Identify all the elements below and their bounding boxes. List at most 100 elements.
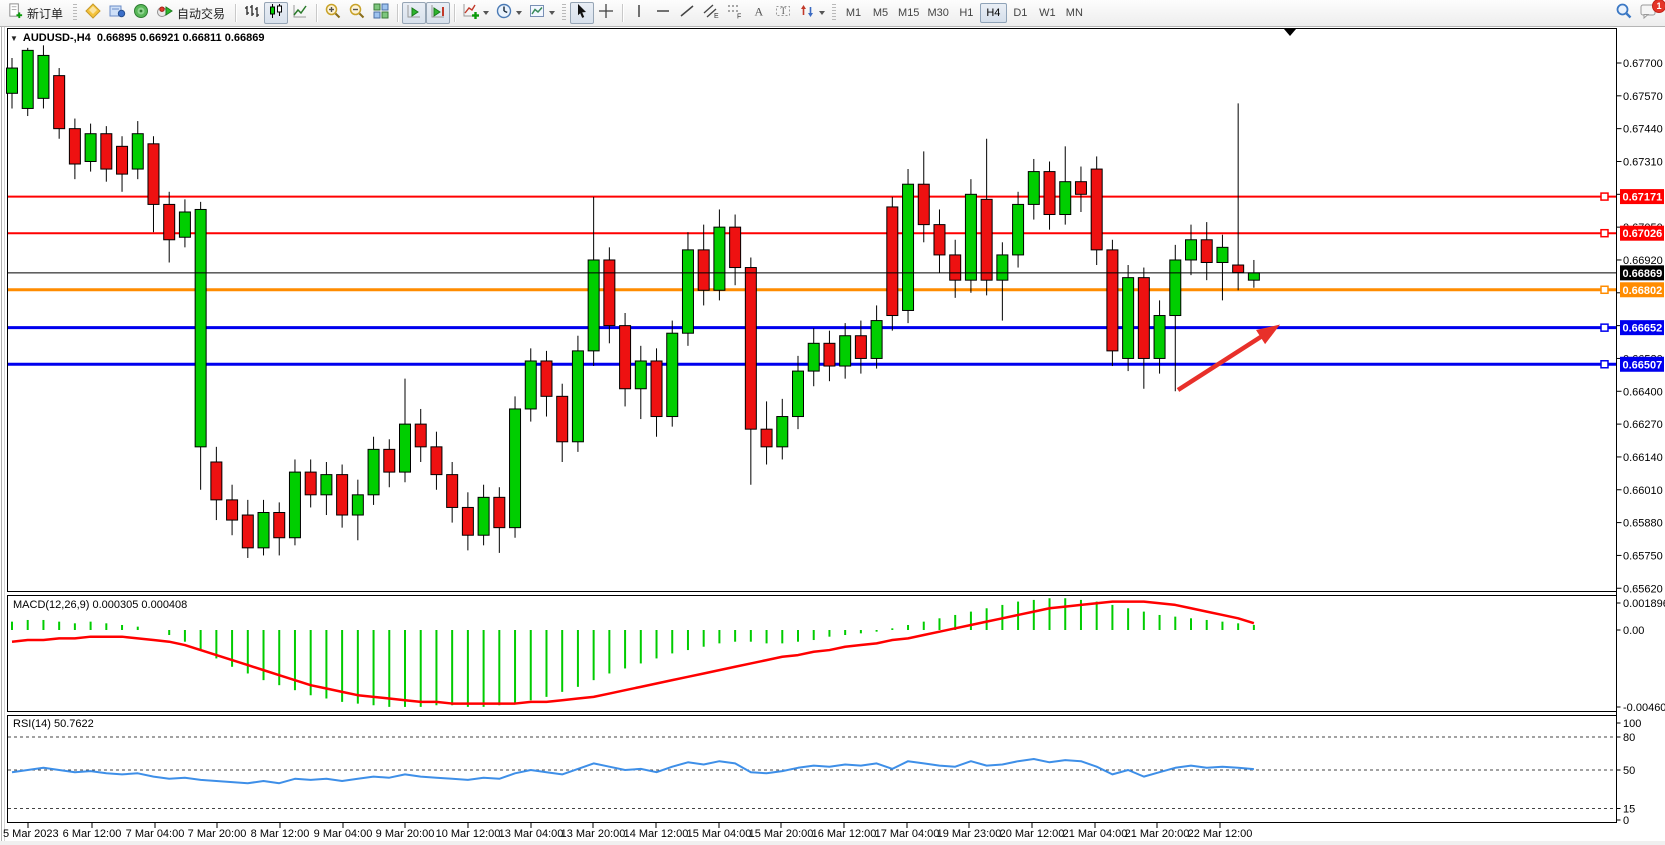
candle xyxy=(730,215,741,286)
rsi-tick-label: 50 xyxy=(1623,765,1635,777)
level-line-handle[interactable] xyxy=(1601,230,1608,237)
equidistant-channel-icon: E xyxy=(702,2,720,25)
candle xyxy=(368,437,379,505)
candle xyxy=(117,136,128,192)
svg-text:A: A xyxy=(755,4,764,18)
time-tick-label: 17 Mar 04:00 xyxy=(875,828,940,840)
timeframe-button-M5[interactable]: M5 xyxy=(867,3,894,23)
candle xyxy=(242,500,253,558)
tile-windows-button[interactable] xyxy=(369,2,393,24)
timeframe-button-M30[interactable]: M30 xyxy=(923,3,952,23)
candle xyxy=(211,447,222,520)
timeframe-button-H4[interactable]: H4 xyxy=(980,3,1007,23)
time-tick-label: 9 Mar 04:00 xyxy=(314,828,373,840)
timeframe-button-M1[interactable]: M1 xyxy=(840,3,867,23)
horizontal-line-button[interactable] xyxy=(651,2,675,24)
candle xyxy=(1186,225,1197,276)
candlestick-chart-type-icon xyxy=(267,2,285,25)
candle xyxy=(934,209,945,272)
line-chart-type-button[interactable] xyxy=(288,2,312,24)
candle xyxy=(1075,167,1086,212)
time-tick-label: 22 Mar 12:00 xyxy=(1188,828,1253,840)
time-tick-label: 20 Mar 12:00 xyxy=(1000,828,1065,840)
candle xyxy=(478,485,489,546)
candle xyxy=(682,232,693,346)
svg-text:F: F xyxy=(737,13,741,20)
trend-arrow-line[interactable] xyxy=(1178,331,1270,390)
toolbar-grip xyxy=(562,4,566,22)
candle xyxy=(777,399,788,460)
candle xyxy=(572,336,583,452)
price-level-label: 0.66802 xyxy=(1623,285,1663,297)
candle xyxy=(871,305,882,368)
vertical-line-button[interactable] xyxy=(627,2,651,24)
candle xyxy=(1248,260,1259,288)
auto-trading-icon xyxy=(156,2,174,25)
level-line-handle[interactable] xyxy=(1601,361,1608,368)
chart-window[interactable]: 0.677000.675700.674400.673100.671800.670… xyxy=(0,27,1665,845)
timeframe-button-M15[interactable]: M15 xyxy=(894,3,923,23)
periods-icon xyxy=(495,2,513,25)
main-toolbar: 新订单 自动交易 xyxy=(0,0,1665,27)
periods-button[interactable] xyxy=(492,2,525,24)
price-tick-label: 0.66400 xyxy=(1623,386,1663,398)
time-tick-label: 13 Mar 20:00 xyxy=(561,828,626,840)
new-order-button[interactable]: 新订单 xyxy=(4,2,69,24)
chart-shift-icon xyxy=(429,2,447,25)
search-button[interactable] xyxy=(1612,2,1636,24)
level-line-handle[interactable] xyxy=(1601,286,1608,293)
tile-windows-icon xyxy=(372,2,390,25)
timeframe-button-MN[interactable]: MN xyxy=(1061,3,1088,23)
candle xyxy=(620,313,631,406)
candle xyxy=(400,379,411,483)
zoom-in-button[interactable] xyxy=(321,2,345,24)
equidistant-channel-button[interactable]: E xyxy=(699,2,723,24)
macd-indicator-label: MACD(12,26,9) 0.000305 0.000408 xyxy=(13,599,187,611)
chart-title-dropdown-icon[interactable]: ▼ xyxy=(10,34,18,43)
search-icon xyxy=(1615,2,1633,25)
time-tick-label: 7 Mar 20:00 xyxy=(188,828,247,840)
price-tick-label: 0.65750 xyxy=(1623,550,1663,562)
templates-button[interactable] xyxy=(525,2,558,24)
candle xyxy=(714,209,725,300)
trendline-button[interactable] xyxy=(675,2,699,24)
candlestick-chart-type-button[interactable] xyxy=(264,2,288,24)
level-line-handle[interactable] xyxy=(1601,324,1608,331)
auto-trading-button[interactable]: 自动交易 xyxy=(153,2,231,24)
candle xyxy=(1107,240,1118,366)
candle xyxy=(557,384,568,462)
candle xyxy=(808,328,819,386)
time-tick-label: 8 Mar 12:00 xyxy=(251,828,310,840)
text-label-button[interactable]: T xyxy=(771,2,795,24)
candle xyxy=(840,323,851,379)
fibonacci-button[interactable]: F xyxy=(723,2,747,24)
bar-chart-type-button[interactable] xyxy=(240,2,264,24)
chart-canvas[interactable]: 0.677000.675700.674400.673100.671800.670… xyxy=(0,27,1665,845)
navigator-button[interactable] xyxy=(129,2,153,24)
chart-shift-button[interactable] xyxy=(426,2,450,24)
add-indicator-button[interactable] xyxy=(459,2,492,24)
timeframe-button-D1[interactable]: D1 xyxy=(1007,3,1034,23)
candle xyxy=(1123,265,1134,371)
level-line-handle[interactable] xyxy=(1601,193,1608,200)
chat-button[interactable]: 1 xyxy=(1636,2,1661,24)
timeframe-button-W1[interactable]: W1 xyxy=(1034,3,1061,23)
timeframe-button-H1[interactable]: H1 xyxy=(953,3,980,23)
text-button[interactable]: A xyxy=(747,2,771,24)
arrows-button[interactable] xyxy=(795,2,828,24)
price-tick-label: 0.66010 xyxy=(1623,485,1663,497)
crosshair-button[interactable] xyxy=(594,2,618,24)
auto-scroll-button[interactable] xyxy=(402,2,426,24)
candle xyxy=(588,197,599,366)
zoom-out-button[interactable] xyxy=(345,2,369,24)
toolbar-separator xyxy=(235,4,236,22)
chart-shift-marker[interactable] xyxy=(1284,29,1296,36)
candle xyxy=(179,199,190,247)
line-chart-type-icon xyxy=(291,2,309,25)
market-watch-button[interactable] xyxy=(81,2,105,24)
cursor-button[interactable] xyxy=(570,2,594,24)
price-tick-label: 0.67440 xyxy=(1623,124,1663,136)
data-window-button[interactable] xyxy=(105,2,129,24)
crosshair-icon xyxy=(597,2,615,25)
market-watch-icon xyxy=(84,2,102,25)
